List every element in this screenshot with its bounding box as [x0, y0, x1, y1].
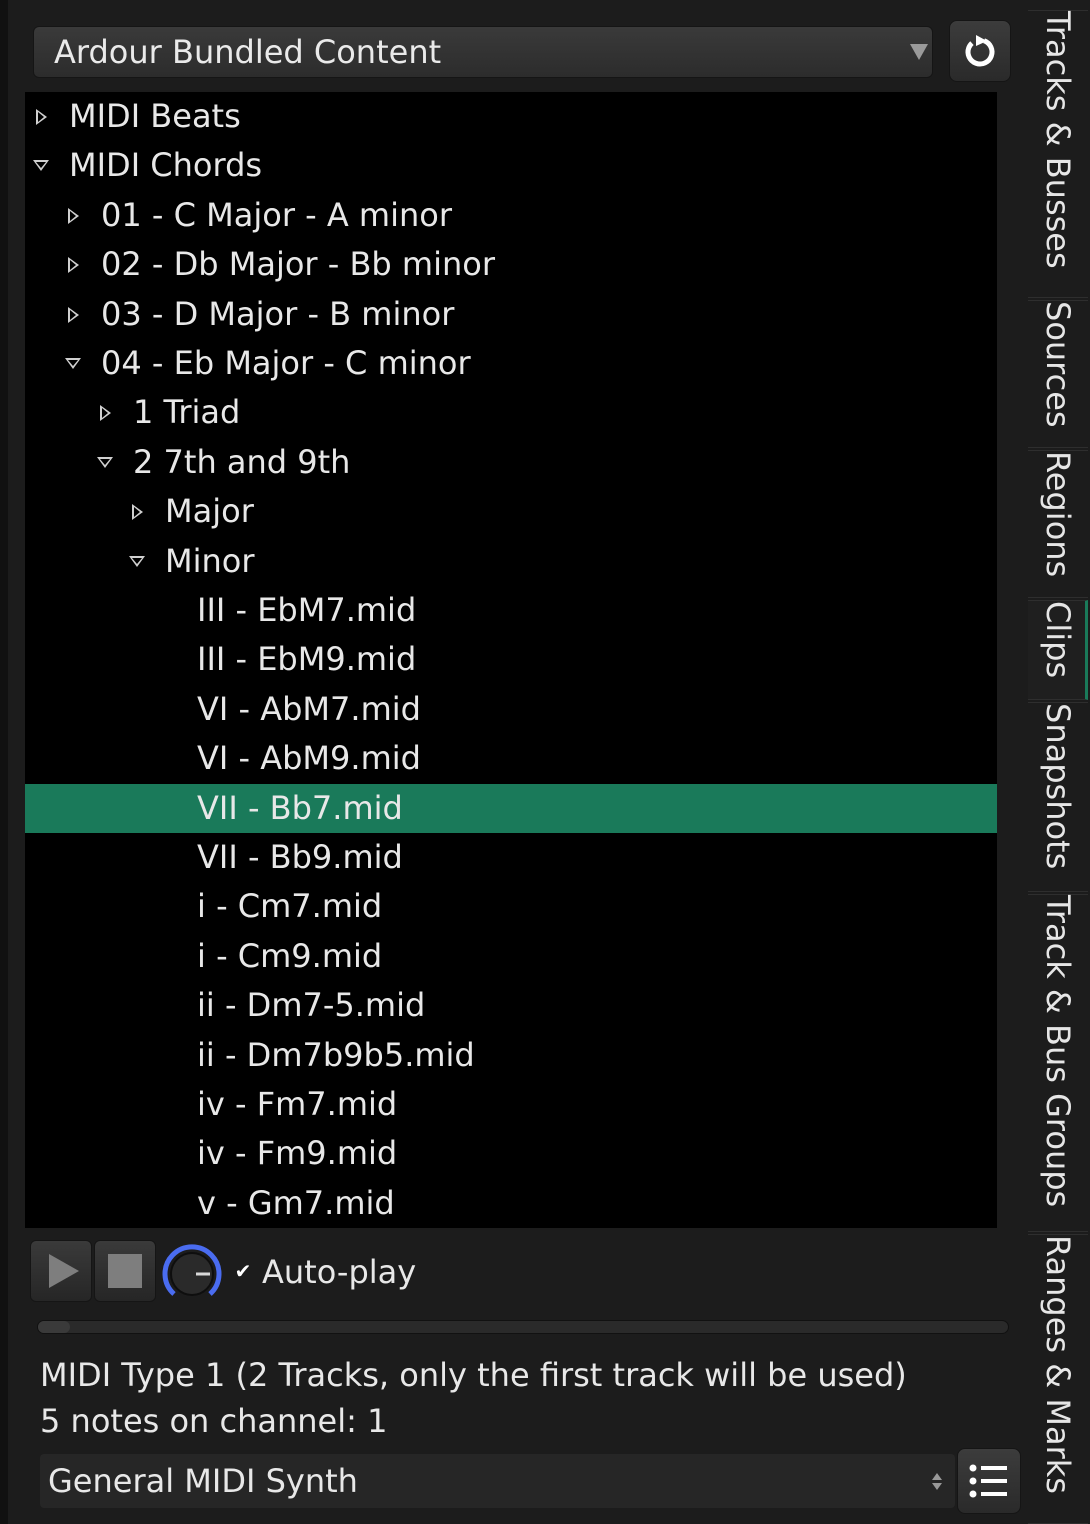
tree-item-label: ii - Dm7-5.mid: [197, 986, 426, 1024]
tree-item-label: III - EbM9.mid: [197, 640, 417, 678]
dropdown-arrow-icon: [910, 44, 928, 60]
instrument-selector[interactable]: General MIDI Synth: [40, 1454, 955, 1508]
tree-folder-row[interactable]: Minor: [25, 537, 997, 586]
spinner-arrows-icon: [927, 1472, 947, 1490]
instrument-selector-value: General MIDI Synth: [48, 1462, 358, 1500]
pane-divider: [0, 0, 8, 1524]
tab-track-bus-groups[interactable]: Track & Bus Groups: [1028, 894, 1088, 1232]
stop-icon: [108, 1254, 142, 1288]
tree-item-label: III - EbM7.mid: [197, 591, 417, 629]
expander-expanded-icon[interactable]: [93, 438, 117, 487]
tab-label: Ranges & Marks: [1039, 1235, 1077, 1494]
tree-folder-row[interactable]: Major: [25, 487, 997, 536]
volume-knob[interactable]: [158, 1238, 226, 1306]
tree-file-row[interactable]: III - EbM9.mid: [25, 635, 997, 684]
tab-label: Clips: [1039, 601, 1077, 679]
refresh-button[interactable]: [949, 20, 1011, 82]
tree-item-label: 2 7th and 9th: [133, 443, 351, 481]
tree-item-label: Major: [165, 492, 254, 530]
tree-file-row[interactable]: iv - Fm7.mid: [25, 1080, 997, 1129]
source-selector[interactable]: Ardour Bundled Content: [33, 26, 933, 78]
tree-item-label: iv - Fm9.mid: [197, 1134, 398, 1172]
tab-label: Snapshots: [1039, 703, 1077, 870]
tree-file-row[interactable]: ii - Dm7-5.mid: [25, 981, 997, 1030]
tree-item-label: VI - AbM7.mid: [197, 690, 421, 728]
tab-regions[interactable]: Regions: [1028, 450, 1088, 598]
sidebar-tabs: Tracks & Busses Sources Regions Clips Snapsh…: [1028, 10, 1090, 1524]
tree-item-label: VI - AbM9.mid: [197, 739, 421, 777]
tree-file-row[interactable]: VI - AbM7.mid: [25, 685, 997, 734]
tree-item-label: VII - Bb7.mid: [197, 789, 403, 827]
refresh-icon: [965, 35, 995, 67]
tree-file-row[interactable]: v - Gm7.mid: [25, 1179, 997, 1228]
source-selector-value: Ardour Bundled Content: [54, 33, 442, 71]
tree-file-row[interactable]: ii - Dm7b9b5.mid: [25, 1031, 997, 1080]
tab-sources[interactable]: Sources: [1028, 300, 1088, 448]
tree-item-label: 03 - D Major - B minor: [101, 295, 455, 333]
expander-collapsed-icon[interactable]: [93, 388, 117, 437]
notes-channel-info: 5 notes on channel: 1: [40, 1402, 388, 1440]
tree-folder-row[interactable]: 04 - Eb Major - C minor: [25, 339, 997, 388]
clip-tree[interactable]: MIDI Beats MIDI Chords 01 - C Major - A mi…: [25, 92, 997, 1228]
tree-item-label: 04 - Eb Major - C minor: [101, 344, 471, 382]
tree-file-row[interactable]: i - Cm9.mid: [25, 932, 997, 981]
tree-file-row[interactable]: VI - AbM9.mid: [25, 734, 997, 783]
play-icon: [49, 1254, 79, 1288]
tree-folder-row[interactable]: 01 - C Major - A minor: [25, 191, 997, 240]
tree-file-row[interactable]: iv - Fm9.mid: [25, 1129, 997, 1178]
tab-label: Track & Bus Groups: [1039, 895, 1077, 1208]
seek-slider[interactable]: [37, 1320, 1009, 1334]
tree-folder-row[interactable]: 03 - D Major - B minor: [25, 290, 997, 339]
tree-item-label: 1 Triad: [133, 393, 241, 431]
tab-snapshots[interactable]: Snapshots: [1028, 702, 1088, 892]
expander-expanded-icon[interactable]: [29, 141, 53, 190]
midi-type-info: MIDI Type 1 (2 Tracks, only the first tr…: [40, 1356, 907, 1394]
checkmark-icon: ✔: [234, 1259, 252, 1283]
tree-folder-row[interactable]: 02 - Db Major - Bb minor: [25, 240, 997, 289]
knob-icon: [162, 1244, 222, 1296]
expander-collapsed-icon[interactable]: [61, 191, 85, 240]
tree-item-label: ii - Dm7b9b5.mid: [197, 1036, 475, 1074]
play-button[interactable]: [30, 1240, 92, 1302]
tree-item-label: MIDI Beats: [69, 97, 241, 135]
autoplay-checkbox[interactable]: ✔: [230, 1258, 256, 1284]
tree-file-row[interactable]: VII - Bb9.mid: [25, 833, 997, 882]
clips-panel: Ardour Bundled Content MIDI Beats MIDI Ch…: [0, 0, 1090, 1524]
tree-item-label: v - Gm7.mid: [197, 1184, 395, 1222]
tab-ranges-marks[interactable]: Ranges & Marks: [1028, 1234, 1088, 1524]
tab-clips[interactable]: Clips: [1028, 600, 1088, 700]
tab-label: Regions: [1039, 451, 1077, 578]
tree-item-label: 02 - Db Major - Bb minor: [101, 245, 495, 283]
tab-label: Tracks & Busses: [1039, 11, 1077, 269]
expander-collapsed-icon[interactable]: [29, 92, 53, 141]
tree-folder-row[interactable]: MIDI Chords: [25, 141, 997, 190]
tree-file-row[interactable]: III - EbM7.mid: [25, 586, 997, 635]
tree-folder-row[interactable]: MIDI Beats: [25, 92, 997, 141]
expander-collapsed-icon[interactable]: [125, 487, 149, 536]
autoplay-label[interactable]: Auto-play: [262, 1250, 416, 1294]
stop-button[interactable]: [94, 1240, 156, 1302]
tab-tracks-busses[interactable]: Tracks & Busses: [1028, 10, 1088, 298]
tree-item-label: iv - Fm7.mid: [197, 1085, 398, 1123]
tree-item-label: i - Cm9.mid: [197, 937, 383, 975]
expander-expanded-icon[interactable]: [125, 537, 149, 586]
expander-collapsed-icon[interactable]: [61, 290, 85, 339]
tree-folder-row[interactable]: 1 Triad: [25, 388, 997, 437]
expander-expanded-icon[interactable]: [61, 339, 85, 388]
tab-label: Sources: [1039, 301, 1077, 428]
tree-folder-row[interactable]: 2 7th and 9th: [25, 438, 997, 487]
tree-file-row[interactable]: i - Cm7.mid: [25, 882, 997, 931]
tree-item-label: i - Cm7.mid: [197, 887, 383, 925]
tree-item-label: MIDI Chords: [69, 146, 263, 184]
tree-item-label: VII - Bb9.mid: [197, 838, 403, 876]
seek-handle[interactable]: [38, 1321, 70, 1333]
list-icon: [969, 1464, 1007, 1498]
tree-item-label: 01 - C Major - A minor: [101, 196, 452, 234]
tree-file-row[interactable]: VII - Bb7.mid: [25, 784, 997, 833]
expander-collapsed-icon[interactable]: [61, 240, 85, 289]
tree-item-label: Minor: [165, 542, 255, 580]
instrument-list-button[interactable]: [957, 1448, 1021, 1514]
